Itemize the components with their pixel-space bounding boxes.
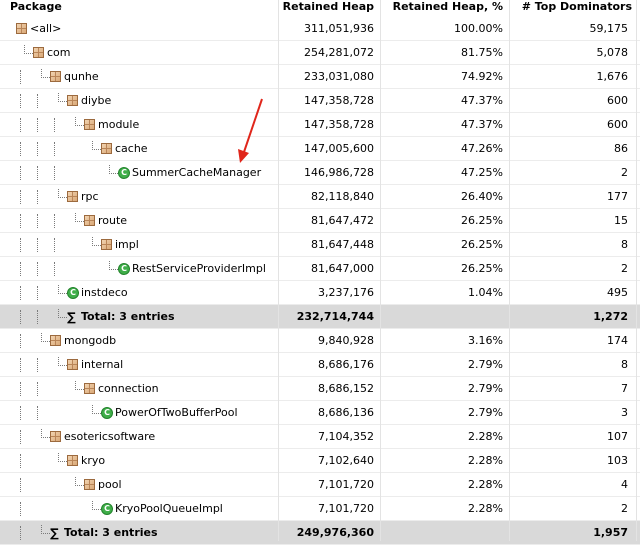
annotation-arrow: [238, 98, 263, 163]
